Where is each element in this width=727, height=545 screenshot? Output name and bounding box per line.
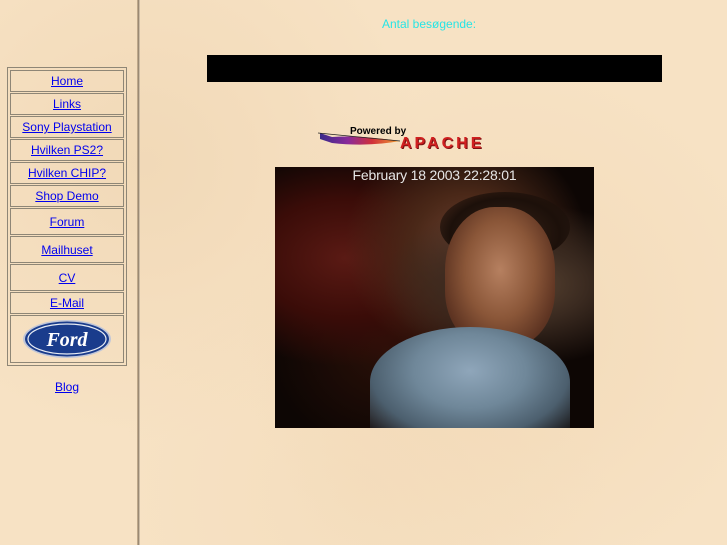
nav-cell-home: Home	[10, 70, 124, 92]
nav-link-email[interactable]: E-Mail	[50, 296, 84, 310]
nav-cell-mailhuset: Mailhuset	[10, 236, 124, 263]
ford-logo-text: Ford	[45, 329, 88, 351]
nav-link-mailhuset[interactable]: Mailhuset	[41, 243, 92, 257]
nav-link-forum[interactable]: Forum	[50, 215, 85, 229]
nav-cell-ford: Ford	[10, 315, 124, 363]
visitors-label: Antal besøgende:	[382, 17, 477, 31]
webcam-timestamp: February 18 2003 22:28:01	[352, 167, 517, 183]
nav-link-hvilken-chip[interactable]: Hvilken CHIP?	[28, 166, 106, 180]
nav-cell-forum: Forum	[10, 208, 124, 235]
nav-cell-shop-demo: Shop Demo	[10, 185, 124, 207]
nav-cell-sony-playstation: Sony Playstation	[10, 116, 124, 138]
nav-cell-cv: CV	[10, 264, 124, 291]
webcam-image: February 18 2003 22:28:01	[275, 167, 594, 428]
nav-link-links[interactable]: Links	[53, 97, 81, 111]
webcam-person-shirt	[370, 327, 570, 428]
apache-word: APACHE	[400, 135, 485, 152]
nav-cell-links: Links	[10, 93, 124, 115]
sidebar-nav: Home Links Sony Playstation Hvilken PS2?…	[7, 67, 127, 366]
blog-link[interactable]: Blog	[55, 380, 79, 394]
visitor-counter	[207, 55, 662, 82]
apache-powered-text: Powered by	[350, 126, 407, 137]
apache-powered-badge[interactable]: Powered by APACHE	[318, 125, 546, 153]
nav-link-home[interactable]: Home	[51, 74, 83, 88]
nav-cell-email: E-Mail	[10, 292, 124, 314]
nav-link-shop-demo[interactable]: Shop Demo	[35, 189, 98, 203]
nav-link-cv[interactable]: CV	[59, 271, 76, 285]
nav-cell-hvilken-ps2: Hvilken PS2?	[10, 139, 124, 161]
nav-link-hvilken-ps2[interactable]: Hvilken PS2?	[31, 143, 103, 157]
webcam-person-face	[445, 207, 555, 347]
ford-logo-icon[interactable]: Ford	[22, 319, 112, 359]
nav-link-sony-playstation[interactable]: Sony Playstation	[22, 120, 111, 134]
nav-cell-hvilken-chip: Hvilken CHIP?	[10, 162, 124, 184]
sidebar-divider	[137, 0, 140, 545]
